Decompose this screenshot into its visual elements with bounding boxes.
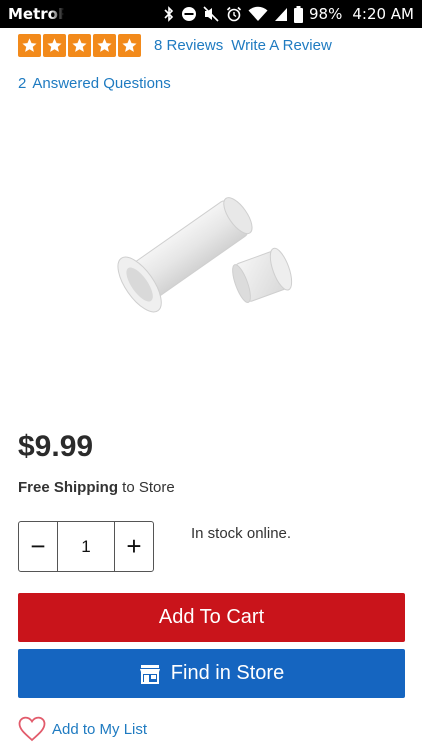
bluetooth-icon bbox=[164, 6, 174, 22]
alarm-icon bbox=[226, 6, 242, 22]
find-in-store-label: Find in Store bbox=[170, 662, 285, 684]
star-rating[interactable] bbox=[18, 34, 141, 57]
add-to-cart-button[interactable]: Add To Cart bbox=[18, 593, 405, 642]
add-to-cart-label: Add To Cart bbox=[158, 606, 265, 628]
shipping-rest: to Store bbox=[118, 479, 175, 496]
questions-count: 2 bbox=[18, 75, 27, 92]
status-icons: 98% 4:20 AM bbox=[163, 5, 414, 23]
stock-status: In stock online. bbox=[191, 525, 292, 542]
do-not-disturb-icon bbox=[182, 7, 196, 21]
star-icon bbox=[43, 34, 66, 57]
increase-quantity-button[interactable]: + bbox=[114, 522, 153, 571]
shipping-info: Free Shipping to Store bbox=[18, 479, 175, 496]
mute-icon bbox=[203, 6, 219, 22]
battery-icon bbox=[294, 5, 303, 23]
write-review-link[interactable]: Write A Review bbox=[231, 37, 332, 54]
heart-icon bbox=[18, 716, 46, 742]
quantity-input[interactable]: 1 bbox=[58, 522, 114, 571]
star-icon bbox=[68, 34, 91, 57]
answered-questions-link[interactable]: 2 Answered Questions bbox=[18, 75, 171, 92]
wifi-icon bbox=[248, 6, 268, 21]
star-icon bbox=[118, 34, 141, 57]
battery-percent: 98% bbox=[309, 5, 343, 23]
product-image[interactable] bbox=[100, 180, 305, 330]
store-icon bbox=[139, 663, 161, 685]
add-to-list-link[interactable]: Add to My List bbox=[18, 716, 147, 742]
rating-row: 8 Reviews Write A Review bbox=[18, 34, 332, 57]
shipping-bold: Free Shipping bbox=[18, 479, 119, 496]
star-icon bbox=[18, 34, 41, 57]
add-to-list-label: Add to My List bbox=[52, 720, 148, 738]
carrier-fade bbox=[50, 0, 64, 28]
find-in-store-button[interactable]: Find in Store bbox=[18, 649, 405, 698]
cell-signal-icon bbox=[275, 8, 287, 21]
clock: 4:20 AM bbox=[352, 5, 414, 23]
reviews-link[interactable]: 8 Reviews bbox=[154, 37, 223, 54]
star-icon bbox=[93, 34, 116, 57]
decrease-quantity-button[interactable]: − bbox=[19, 522, 58, 571]
product-price: $9.99 bbox=[18, 430, 94, 463]
quantity-stepper: − 1 + bbox=[18, 521, 154, 572]
questions-label: Answered Questions bbox=[32, 75, 171, 92]
status-bar: MetroP 98% 4:20 AM bbox=[0, 0, 422, 28]
